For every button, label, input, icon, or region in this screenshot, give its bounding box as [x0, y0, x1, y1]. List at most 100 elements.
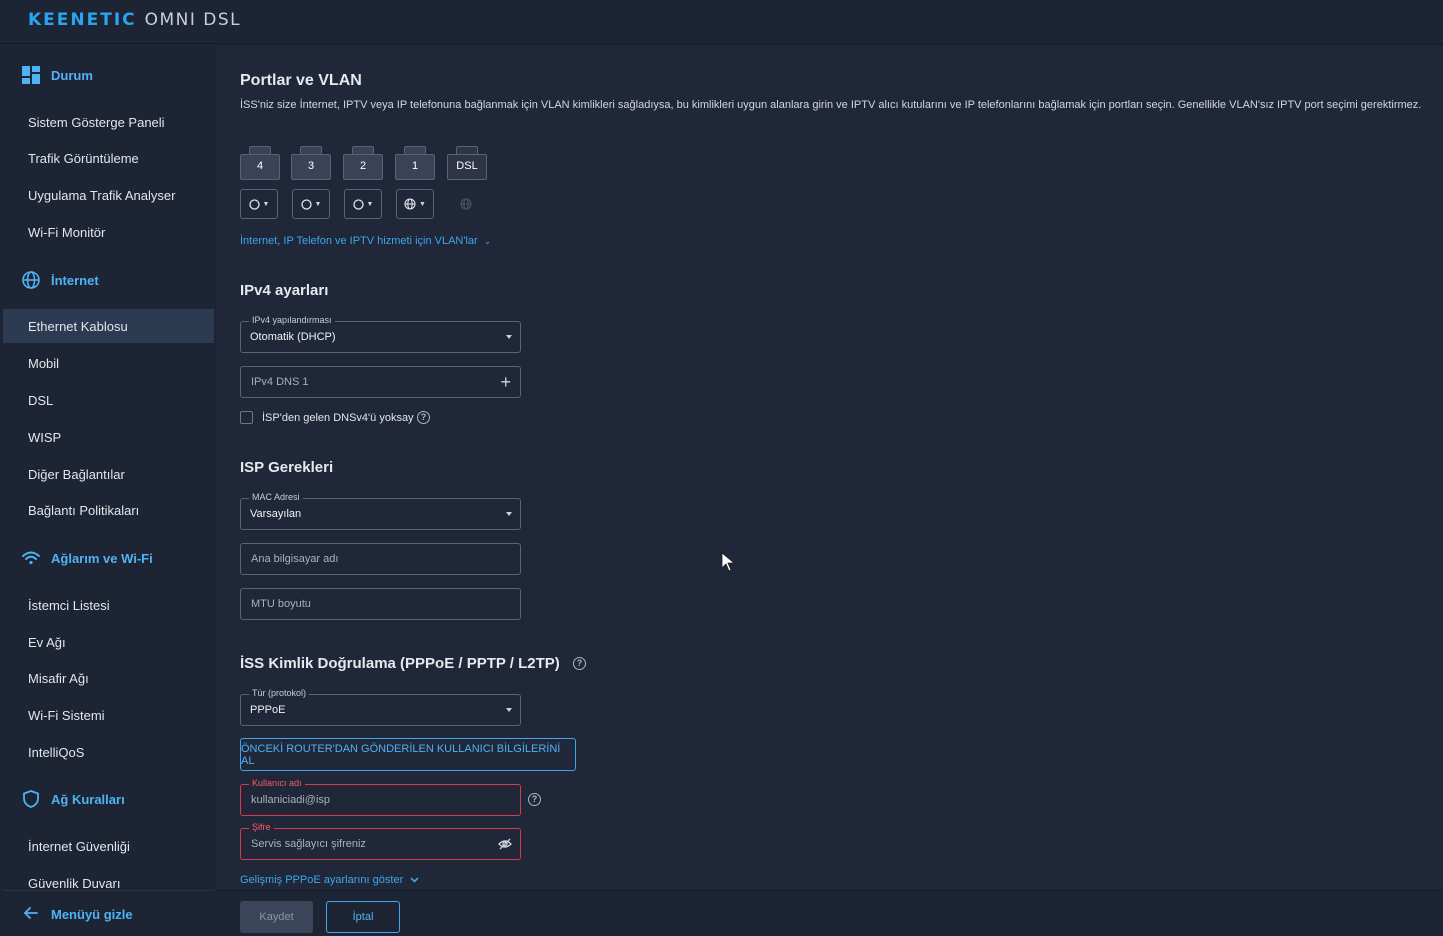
advanced-pppoe-link[interactable]: Gelişmiş PPPoE ayarlarını göster [240, 874, 419, 886]
circle-icon [248, 198, 260, 210]
dashboard-icon [22, 66, 40, 84]
sidebar-item-dsl[interactable]: DSL [3, 383, 214, 417]
top-bar: KEENETIC OMNI DSL [0, 0, 1443, 44]
eye-off-icon[interactable] [498, 838, 512, 853]
logo-brand: KEENETIC [28, 10, 137, 30]
chevron-down-icon: ⌄ [483, 236, 492, 246]
sidebar-item-ethernet-kablosu[interactable]: Ethernet Kablosu [3, 309, 214, 343]
port-label: 2 [359, 160, 367, 172]
wifi-icon [22, 549, 40, 567]
hide-menu-label: Menüyü gizle [51, 907, 133, 922]
port-2-role-select[interactable]: ▼ [344, 189, 382, 219]
auth-type-value: PPPoE [250, 704, 286, 716]
sidebar-item-trafik-goruntuleme[interactable]: Trafik Görüntüleme [3, 141, 214, 175]
sidebar-section-label: Ağ Kuralları [51, 791, 125, 807]
password-placeholder: Servis sağlayıcı şifreniz [251, 838, 366, 850]
vlan-link-label: İnternet, IP Telefon ve IPTV hizmeti içi… [240, 235, 478, 247]
auth-type-select[interactable]: Tür (protokol) PPPoE [240, 688, 521, 726]
auth-type-legend: Tür (protokol) [249, 688, 310, 698]
plus-icon[interactable]: + [500, 373, 511, 391]
mtu-input[interactable]: MTU boyutu [240, 588, 521, 620]
password-legend: Şifre [249, 822, 274, 832]
sidebar-item-diger-baglantilar[interactable]: Diğer Bağlantılar [3, 457, 214, 491]
hostname-placeholder: Ana bilgisayar adı [251, 553, 339, 565]
sidebar-item-internet-guvenligi[interactable]: İnternet Güvenliği [3, 829, 214, 863]
sidebar-item-misafir-agi[interactable]: Misafir Ağı [3, 661, 214, 695]
port-label: 3 [307, 160, 315, 172]
logo-model: OMNI DSL [144, 10, 242, 30]
port-1-role-select[interactable]: ▼ [396, 189, 434, 219]
sidebar-section-label: Durum [51, 67, 93, 83]
sidebar: Durum Sistem Gösterge Paneli Trafik Görü… [3, 46, 214, 936]
port-label: 1 [411, 160, 419, 172]
sidebar-section-durum[interactable]: Durum [3, 60, 214, 90]
sidebar-item-istemci-listesi[interactable]: İstemci Listesi [3, 588, 214, 622]
chevron-down-icon [506, 708, 512, 712]
advanced-link-label: Gelişmiş PPPoE ayarlarını göster [240, 874, 404, 886]
ipv4-dns-input[interactable]: IPv4 DNS 1 + [240, 366, 521, 398]
chevron-down-icon: ▼ [262, 200, 270, 208]
mac-value: Varsayılan [250, 508, 302, 520]
chevron-down-icon [410, 874, 419, 886]
sidebar-item-wifi-sistemi[interactable]: Wi-Fi Sistemi [3, 698, 214, 732]
help-icon[interactable]: ? [573, 657, 586, 670]
main-content: Portlar ve VLAN İSS'niz size İnternet, I… [216, 46, 1443, 936]
port-2[interactable]: 2 [343, 146, 383, 180]
auth-title: İSS Kimlik Doğrulama (PPPoE / PPTP / L2T… [240, 655, 560, 672]
sidebar-item-wisp[interactable]: WISP [3, 420, 214, 454]
help-icon[interactable]: ? [417, 411, 430, 424]
port-label: DSL [456, 160, 478, 172]
port-3[interactable]: 3 [291, 146, 331, 180]
sidebar-item-baglanti-politikalari[interactable]: Bağlantı Politikaları [3, 493, 214, 527]
ignore-dns-checkbox[interactable] [240, 411, 253, 424]
username-input[interactable]: Kullanıcı adı kullaniciadi@isp [240, 778, 521, 816]
port-label: 4 [256, 160, 264, 172]
chevron-down-icon: ▼ [314, 200, 322, 208]
hostname-input[interactable]: Ana bilgisayar adı [240, 543, 521, 575]
sidebar-item-uygulama-trafik-analyser[interactable]: Uygulama Trafik Analyser [3, 178, 214, 212]
action-bar: Kaydet İptal [216, 890, 1443, 936]
sidebar-section-label: Ağlarım ve Wi-Fi [51, 550, 153, 566]
ignore-dns-label: İSP'den gelen DNSv4'ü yoksay [262, 412, 414, 424]
chevron-down-icon: ▼ [419, 200, 426, 208]
arrow-left-icon [23, 907, 38, 922]
port-1[interactable]: 1 [395, 146, 435, 180]
ipv4-dns-placeholder: IPv4 DNS 1 [251, 376, 309, 388]
sidebar-item-mobil[interactable]: Mobil [3, 346, 214, 380]
isp-title: ISP Gerekleri [240, 459, 334, 476]
mac-address-select[interactable]: MAC Adresi Varsayılan [240, 492, 521, 530]
chevron-down-icon [506, 512, 512, 516]
help-icon[interactable]: ? [528, 793, 541, 806]
sidebar-section-internet[interactable]: İnternet [3, 265, 214, 295]
mtu-placeholder: MTU boyutu [251, 598, 311, 610]
sidebar-item-ev-agi[interactable]: Ev Ağı [3, 625, 214, 659]
shield-icon [22, 790, 40, 808]
password-input[interactable]: Şifre Servis sağlayıcı şifreniz [240, 822, 521, 860]
circle-icon [300, 198, 312, 210]
sidebar-item-intelliqos[interactable]: IntelliQoS [3, 735, 214, 769]
ipv4-config-select[interactable]: IPv4 yapılandırması Otomatik (DHCP) [240, 315, 521, 353]
port-dsl[interactable]: DSL [447, 146, 487, 180]
dsl-globe-icon [460, 198, 472, 213]
ipv4-title: IPv4 ayarları [240, 282, 329, 299]
port-4-role-select[interactable]: ▼ [240, 189, 278, 219]
sidebar-item-sistem-gosterge-paneli[interactable]: Sistem Gösterge Paneli [3, 105, 214, 139]
circle-icon [352, 198, 364, 210]
cancel-button[interactable]: İptal [326, 901, 400, 933]
sidebar-section-label: İnternet [51, 272, 99, 288]
hide-menu-button[interactable]: Menüyü gizle [3, 890, 214, 936]
mouse-cursor [721, 552, 737, 575]
sidebar-item-wifi-monitor[interactable]: Wi-Fi Monitör [3, 215, 214, 249]
chevron-down-icon: ▼ [366, 200, 374, 208]
vlan-settings-link[interactable]: İnternet, IP Telefon ve IPTV hizmeti içi… [240, 235, 491, 247]
port-3-role-select[interactable]: ▼ [292, 189, 330, 219]
sidebar-section-aglarim-ve-wifi[interactable]: Ağlarım ve Wi-Fi [3, 543, 214, 573]
get-previous-router-credentials-button[interactable]: ÖNCEKİ ROUTER'DAN GÖNDERİLEN KULLANICI B… [240, 738, 576, 771]
globe-icon [404, 198, 416, 210]
port-4[interactable]: 4 [240, 146, 280, 180]
save-button[interactable]: Kaydet [240, 901, 313, 933]
username-legend: Kullanıcı adı [249, 778, 305, 788]
globe-icon [22, 271, 40, 289]
ports-description: İSS'niz size İnternet, IPTV veya IP tele… [240, 99, 1422, 111]
sidebar-section-ag-kurallari[interactable]: Ağ Kuralları [3, 784, 214, 814]
